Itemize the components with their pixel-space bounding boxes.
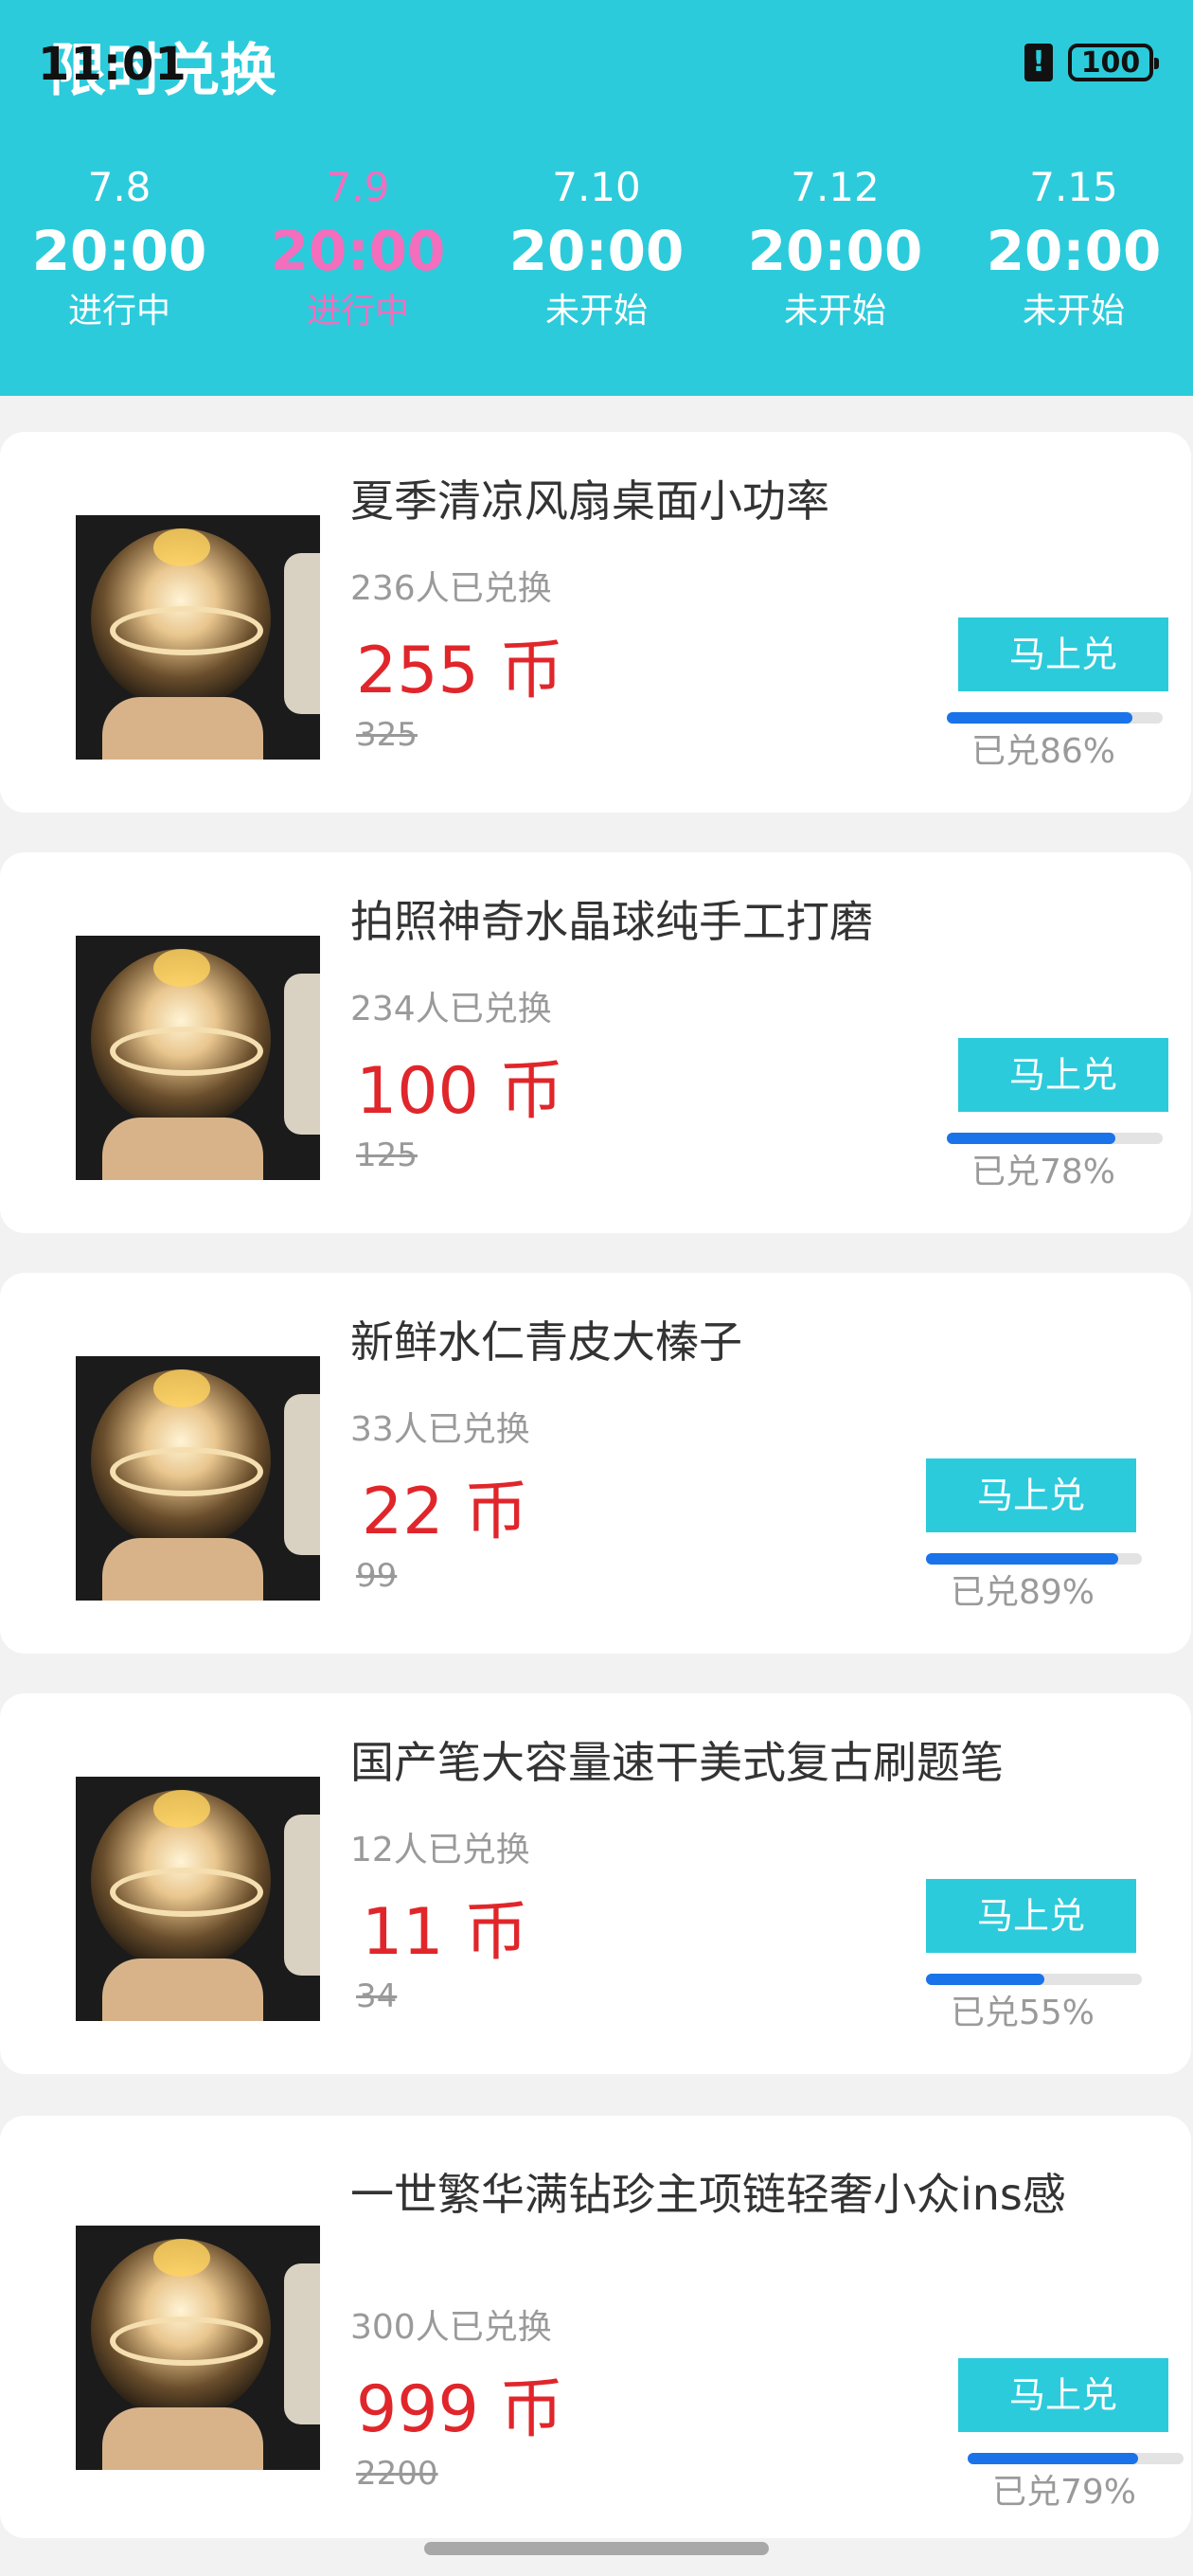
session-date: 7.9 [326,164,390,210]
redeem-button[interactable]: 马上兑 [958,2358,1168,2432]
session-date: 7.15 [1029,164,1118,210]
progress-label: 已兑78% [970,1153,1116,1191]
progress-fill [926,1553,1118,1565]
product-image [76,1777,320,2021]
session-date: 7.10 [552,164,641,210]
progress-label: 已兑86% [970,732,1116,771]
product-name: 拍照神奇水晶球纯手工打磨 [350,896,873,947]
product-price: 100 币 [356,1054,564,1129]
original-price: 2200 [356,2455,438,2493]
product-name: 一世繁华满钻珍主项链轻奢小众ins感 [350,2169,1066,2220]
original-price: 34 [356,1977,398,2015]
battery-icon: 100 [1068,44,1159,81]
redeem-button[interactable]: 马上兑 [926,1879,1136,1953]
product-card[interactable]: 拍照神奇水晶球纯手工打磨 234人已兑换 100 币 125 马上兑 已兑78% [0,852,1191,1233]
session-state: 进行中 [306,292,409,331]
progress-label: 已兑89% [950,1573,1095,1612]
progress-fill [947,712,1133,724]
product-name: 国产笔大容量速干美式复古刷题笔 [350,1737,1004,1788]
redeem-button[interactable]: 马上兑 [958,617,1168,691]
progress-fill [947,1133,1115,1144]
progress-label: 已兑79% [991,2473,1137,2512]
progress-bar [947,712,1163,724]
session-state: 未开始 [544,292,648,331]
product-image [76,936,320,1180]
status-icons: 100 [1024,44,1159,81]
progress-bar [947,1133,1163,1144]
progress-fill [968,2453,1139,2464]
product-image [76,2226,320,2470]
session-time: 20:00 [747,219,923,283]
product-price: 999 币 [356,2372,564,2447]
session-time: 20:00 [986,219,1162,283]
original-price: 125 [356,1136,418,1174]
home-indicator[interactable] [424,2542,769,2555]
status-time: 11:01 [38,38,187,91]
product-card[interactable]: 国产笔大容量速干美式复古刷题笔 12人已兑换 11 币 34 马上兑 已兑55% [0,1693,1191,2074]
product-price: 22 币 [362,1475,529,1549]
sim-alert-icon [1024,44,1053,81]
session-date: 7.12 [791,164,880,210]
session-tab-2[interactable]: 7.10 20:00 未开始 [477,161,716,335]
progress-fill [926,1974,1045,1985]
product-card[interactable]: 一世繁华满钻珍主项链轻奢小众ins感 300人已兑换 999 币 2200 马上… [0,2116,1191,2538]
session-tab-0[interactable]: 7.8 20:00 进行中 [0,161,239,335]
product-image [76,515,320,760]
session-tab-4[interactable]: 7.15 20:00 未开始 [954,161,1193,335]
header: 限时兑换 11:01 100 7.8 20:00 进行中 7.9 20:00 进… [0,0,1193,396]
progress-label: 已兑55% [950,1994,1095,2032]
session-time: 20:00 [508,219,685,283]
exchange-count: 236人已兑换 [350,569,552,608]
session-state: 未开始 [1022,292,1125,331]
product-image [76,1356,320,1601]
session-tab-1[interactable]: 7.9 20:00 进行中 [239,161,477,335]
exchange-count: 234人已兑换 [350,990,552,1029]
session-time: 20:00 [270,219,446,283]
battery-level: 100 [1080,45,1141,80]
exchange-count: 33人已兑换 [350,1410,530,1449]
session-state: 进行中 [67,292,170,331]
session-state: 未开始 [783,292,886,331]
product-name: 夏季清凉风扇桌面小功率 [350,475,829,527]
progress-bar [968,2453,1184,2464]
exchange-count: 300人已兑换 [350,2308,552,2347]
session-time: 20:00 [31,219,207,283]
product-price: 11 币 [362,1895,529,1970]
session-tabs: 7.8 20:00 进行中 7.9 20:00 进行中 7.10 20:00 未… [0,161,1193,335]
redeem-button[interactable]: 马上兑 [926,1458,1136,1532]
session-tab-3[interactable]: 7.12 20:00 未开始 [716,161,954,335]
product-price: 255 币 [356,634,564,708]
session-date: 7.8 [87,164,151,210]
progress-bar [926,1553,1142,1565]
redeem-button[interactable]: 马上兑 [958,1038,1168,1112]
product-card[interactable]: 夏季清凉风扇桌面小功率 236人已兑换 255 币 325 马上兑 已兑86% [0,432,1191,813]
original-price: 325 [356,716,418,754]
exchange-count: 12人已兑换 [350,1831,530,1869]
product-card[interactable]: 新鲜水仁青皮大榛子 33人已兑换 22 币 99 马上兑 已兑89% [0,1273,1191,1654]
original-price: 99 [356,1557,398,1595]
product-name: 新鲜水仁青皮大榛子 [350,1316,742,1368]
progress-bar [926,1974,1142,1985]
